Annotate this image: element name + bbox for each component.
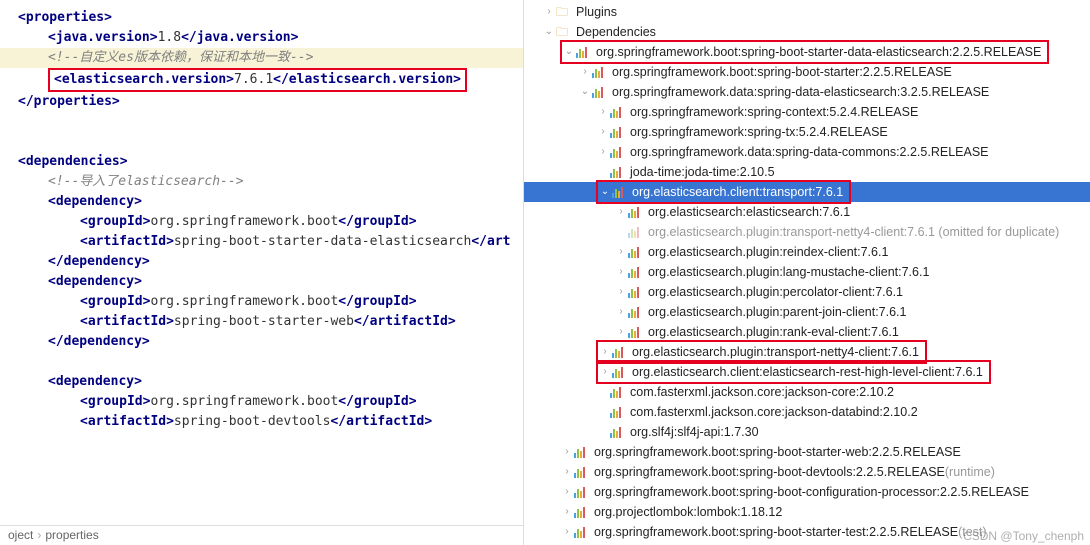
tree-node[interactable]: ›org.springframework.boot:spring-boot-st… <box>524 442 1090 462</box>
chevron-right-icon: › <box>33 528 45 542</box>
chevron-right-icon[interactable]: › <box>614 245 628 259</box>
dependency-tree-pane: ›🗀Plugins⌄🗀Dependencies⌄org.springframew… <box>524 0 1090 545</box>
library-icon <box>612 186 628 198</box>
tree-node[interactable]: ›org.springframework.data:spring-data-co… <box>524 142 1090 162</box>
library-icon <box>628 206 644 218</box>
library-icon <box>628 226 644 238</box>
comment-import-es: <!--导入了elasticsearch--> <box>48 174 244 189</box>
tree-node[interactable]: ›org.springframework.boot:spring-boot-co… <box>524 482 1090 502</box>
chevron-right-icon[interactable]: › <box>596 145 610 159</box>
library-icon <box>610 386 626 398</box>
library-icon <box>610 106 626 118</box>
chevron-down-icon[interactable]: ⌄ <box>598 185 612 199</box>
tag-properties-close: </properties> <box>18 94 120 109</box>
library-icon <box>574 466 590 478</box>
tree-node[interactable]: ⌄org.springframework.data:spring-data-el… <box>524 82 1090 102</box>
tree-node[interactable]: ›org.elasticsearch.plugin:percolator-cli… <box>524 282 1090 302</box>
chevron-right-icon[interactable]: › <box>598 365 612 379</box>
chevron-right-icon[interactable]: › <box>614 285 628 299</box>
chevron-down-icon[interactable]: ⌄ <box>562 45 576 59</box>
library-icon <box>574 486 590 498</box>
chevron-right-icon[interactable]: › <box>560 505 574 519</box>
watermark-text: CSDN @Tony_chenph <box>963 529 1084 543</box>
tree-node[interactable]: ⌄org.springframework.boot:spring-boot-st… <box>524 42 1090 62</box>
library-icon <box>576 46 592 58</box>
tag-properties-open: <properties> <box>18 10 112 25</box>
tree-node[interactable]: ›com.fasterxml.jackson.core:jackson-core… <box>524 382 1090 402</box>
comment-es-version: <!--自定义es版本依赖，保证和本地一致--> <box>48 50 313 65</box>
chevron-right-icon[interactable]: › <box>614 205 628 219</box>
chevron-right-icon[interactable]: › <box>614 325 628 339</box>
tree-node[interactable]: ⌄org.elasticsearch.client:transport:7.6.… <box>524 182 1090 202</box>
library-icon <box>574 526 590 538</box>
java-version: 1.8 <box>158 30 181 45</box>
chevron-down-icon[interactable]: ⌄ <box>578 85 592 99</box>
chevron-right-icon[interactable]: › <box>560 465 574 479</box>
tree-node[interactable]: ›org.elasticsearch.plugin:lang-mustache-… <box>524 262 1090 282</box>
es-version-highlight: <elasticsearch.version>7.6.1</elasticsea… <box>48 68 467 92</box>
highlight-box: ⌄org.springframework.boot:spring-boot-st… <box>560 40 1049 64</box>
chevron-down-icon[interactable]: ⌄ <box>542 25 556 39</box>
tree-node[interactable]: ›org.springframework.boot:spring-boot-st… <box>524 62 1090 82</box>
tree-node[interactable]: ›org.elasticsearch.plugin:reindex-client… <box>524 242 1090 262</box>
chevron-right-icon[interactable]: › <box>596 105 610 119</box>
tag-java-close: </java.version> <box>181 30 298 45</box>
library-icon <box>610 166 626 178</box>
chevron-right-icon[interactable]: › <box>542 5 556 19</box>
library-icon <box>612 366 628 378</box>
chevron-right-icon[interactable]: › <box>560 485 574 499</box>
library-icon <box>628 306 644 318</box>
chevron-right-icon[interactable]: › <box>578 65 592 79</box>
folder-icon: 🗀 <box>556 22 572 42</box>
tree-node[interactable]: ›org.slf4j:slf4j-api:1.7.30 <box>524 422 1090 442</box>
tree-node[interactable]: ›org.elasticsearch.client:elasticsearch-… <box>524 362 1090 382</box>
tree-node[interactable]: ›org.elasticsearch.plugin:transport-nett… <box>524 222 1090 242</box>
highlight-box: ⌄org.elasticsearch.client:transport:7.6.… <box>596 180 851 204</box>
library-icon <box>610 426 626 438</box>
tree-node[interactable]: ›org.elasticsearch.plugin:rank-eval-clie… <box>524 322 1090 342</box>
breadcrumb-item[interactable]: oject <box>8 528 33 542</box>
library-icon <box>574 446 590 458</box>
library-icon <box>628 266 644 278</box>
tree-node[interactable]: ›org.springframework:spring-tx:5.2.4.REL… <box>524 122 1090 142</box>
chevron-right-icon[interactable]: › <box>598 345 612 359</box>
tree-node[interactable]: ›org.springframework.boot:spring-boot-de… <box>524 462 1090 482</box>
tree-node[interactable]: ›org.elasticsearch.plugin:transport-nett… <box>524 342 1090 362</box>
library-icon <box>574 506 590 518</box>
chevron-right-icon[interactable]: › <box>560 525 574 539</box>
dependency-tree[interactable]: ›🗀Plugins⌄🗀Dependencies⌄org.springframew… <box>524 0 1090 544</box>
library-icon <box>612 346 628 358</box>
library-icon <box>628 326 644 338</box>
library-icon <box>610 406 626 418</box>
tree-node[interactable]: ›org.elasticsearch:elasticsearch:7.6.1 <box>524 202 1090 222</box>
library-icon <box>610 126 626 138</box>
xml-editor-pane: <properties> <java.version>1.8</java.ver… <box>0 0 524 545</box>
chevron-right-icon[interactable]: › <box>614 305 628 319</box>
folder-icon: 🗀 <box>556 2 572 22</box>
library-icon <box>628 246 644 258</box>
tree-node[interactable]: ›com.fasterxml.jackson.core:jackson-data… <box>524 402 1090 422</box>
tree-node-dependencies[interactable]: ⌄🗀Dependencies <box>524 22 1090 42</box>
chevron-right-icon[interactable]: › <box>614 265 628 279</box>
library-icon <box>592 66 608 78</box>
tag-java-open: <java.version> <box>48 30 158 45</box>
library-icon <box>610 146 626 158</box>
breadcrumb[interactable]: oject›properties <box>0 525 523 545</box>
tag-dependencies-open: <dependencies> <box>18 154 128 169</box>
library-icon <box>592 86 608 98</box>
tree-node[interactable]: ›org.elasticsearch.plugin:parent-join-cl… <box>524 302 1090 322</box>
chevron-right-icon[interactable]: › <box>596 125 610 139</box>
chevron-right-icon[interactable]: › <box>560 445 574 459</box>
xml-editor[interactable]: <properties> <java.version>1.8</java.ver… <box>0 0 523 432</box>
library-icon <box>628 286 644 298</box>
tree-node[interactable]: ›org.springframework:spring-context:5.2.… <box>524 102 1090 122</box>
highlight-box: ›org.elasticsearch.client:elasticsearch-… <box>596 360 991 384</box>
breadcrumb-item[interactable]: properties <box>45 528 98 542</box>
tree-node[interactable]: ›joda-time:joda-time:2.10.5 <box>524 162 1090 182</box>
tree-node[interactable]: ›org.projectlombok:lombok:1.18.12 <box>524 502 1090 522</box>
tree-node-plugins[interactable]: ›🗀Plugins <box>524 2 1090 22</box>
